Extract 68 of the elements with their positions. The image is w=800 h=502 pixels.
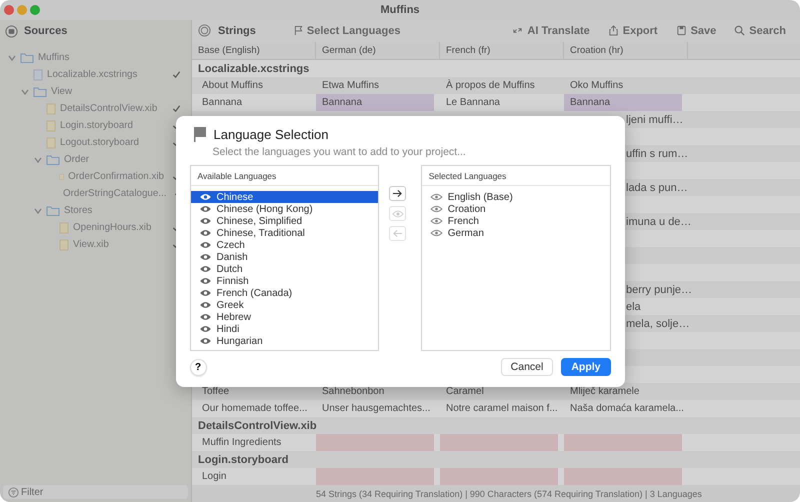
cancel-button[interactable]: Cancel <box>500 358 554 376</box>
column-header[interactable]: French (fr) <box>440 42 564 60</box>
table-cell: mela, solje… <box>626 318 690 330</box>
table-cell-text: Our homemade toffee... <box>201 402 308 416</box>
table-cell-text: Etwa Muffins <box>321 79 380 94</box>
selected-languages-list[interactable]: Selected Languages English (Base) Croation French German <box>420 165 611 351</box>
table-cell: uffin s rum… <box>626 148 688 160</box>
language-item[interactable]: German <box>422 227 610 239</box>
table-cell: ljeni muffi… <box>626 114 684 126</box>
table-cell-text: Bannana <box>201 96 244 110</box>
language-item[interactable]: Chinese (Hong Kong) <box>190 203 378 215</box>
toolbar-button[interactable]: Export <box>602 22 664 39</box>
toolbar-title: Strings <box>218 24 256 37</box>
select-languages-button[interactable]: Select Languages <box>288 22 406 39</box>
table-cell-text: À propos de Muffins <box>445 78 536 94</box>
language-item[interactable]: English (Base) <box>422 191 610 203</box>
table-cell: Bannana <box>316 94 434 112</box>
table-cell-text: Naša domaća karamela... <box>569 402 682 416</box>
language-item[interactable]: Hungarian <box>190 335 378 347</box>
table-cell-text: Mliječ karamele <box>569 385 640 400</box>
language-item[interactable]: Hebrew <box>190 311 378 323</box>
table-cell-text: Unser hausgemachtes... <box>321 402 432 416</box>
column-header[interactable]: Base (English) <box>192 42 316 60</box>
filter-field[interactable]: Filter <box>3 485 188 499</box>
table-cell-text: Oko Muffins <box>569 79 624 94</box>
group-header: DetailsControlView.xib <box>197 420 317 432</box>
group-header: Localizable.xcstrings <box>197 62 310 75</box>
language-item[interactable]: Greek <box>190 299 378 311</box>
list-header: Available Languages <box>198 170 276 180</box>
language-item[interactable]: French <box>422 215 610 227</box>
table-cell-text: Toffee <box>201 385 230 400</box>
dialog-title: Language Selection <box>214 126 328 142</box>
help-button[interactable]: ? <box>190 358 206 376</box>
table-cell-text: Muffin Ingredients <box>201 436 282 450</box>
apply-button[interactable]: Apply <box>561 358 610 376</box>
status-bar: 54 Strings (34 Requiring Translation) | 990 Characters (574 Requiring Translation) | 3 Languages <box>192 485 800 502</box>
toolbar-button[interactable]: AI Translate <box>506 22 596 39</box>
table-cell: Bannana <box>564 94 682 112</box>
table-cell-text: Notre caramel maison f... <box>445 402 558 416</box>
table-cell: ela <box>626 300 641 313</box>
group-header: Login.storyboard <box>197 454 288 466</box>
table-cell-text: Sahnebonbon <box>321 385 386 400</box>
toolbar-button[interactable]: Save <box>670 22 722 39</box>
language-item[interactable]: Croation <box>422 203 610 215</box>
table-cell: berry punje… <box>626 284 692 296</box>
language-item[interactable]: Hindi <box>190 323 378 335</box>
column-header[interactable]: Croation (hr) <box>564 42 688 60</box>
table-cell-text: About Muffins <box>201 79 264 94</box>
table-cell: imuna u de… <box>626 216 692 228</box>
toolbar-button[interactable]: Search <box>728 22 792 39</box>
table-cell: lada s pun… <box>626 182 688 194</box>
language-item[interactable]: French (Canada) <box>190 287 378 299</box>
language-item[interactable]: Chinese, Simplified <box>190 215 378 227</box>
table-cell-text: Le Bannana <box>445 96 501 110</box>
column-header[interactable]: German (de) <box>316 42 440 60</box>
language-item[interactable]: Dutch <box>190 263 378 275</box>
available-languages-list[interactable]: Available Languages Chinese Chinese (Hong Kong) Chinese, Simplified Chinese, Traditional Czech Danish Dutch Finnish French (Canada) Greek Hebrew Hindi Hungarian <box>190 165 380 351</box>
sidebar-title: Sources <box>24 25 68 37</box>
language-item[interactable]: Chinese <box>190 191 378 203</box>
language-item[interactable]: Czech <box>190 239 378 251</box>
language-item[interactable]: Danish <box>190 251 378 263</box>
table-cell-text: Login <box>201 470 228 484</box>
window-title: Muffins <box>380 4 420 16</box>
dialog-subtitle: Select the languages you want to add to your project... <box>212 146 467 158</box>
language-item[interactable]: Finnish <box>190 275 378 287</box>
language-item[interactable]: Chinese, Traditional <box>190 227 378 239</box>
table-cell-text: Caramel <box>445 385 485 400</box>
list-header: Selected Languages <box>428 170 506 180</box>
